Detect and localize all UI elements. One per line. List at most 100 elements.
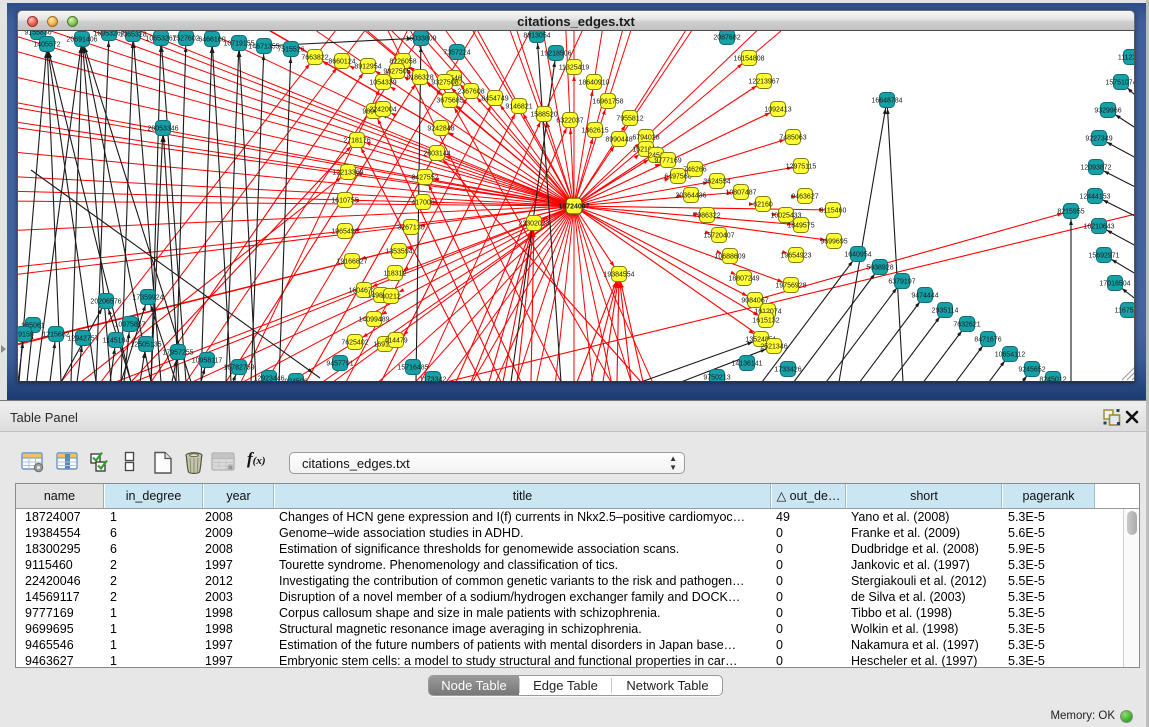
svg-text:2087682: 2087682 [713,34,740,41]
svg-text:28053346: 28053346 [147,125,178,132]
svg-text:12093872: 12093872 [1080,164,1111,171]
svg-text:6466160: 6466160 [198,36,225,43]
svg-text:10958117: 10958117 [192,357,223,364]
svg-text:12923446: 12923446 [253,375,284,382]
svg-text:10975867: 10975867 [114,321,145,328]
svg-text:20206576: 20206576 [90,298,121,305]
svg-text:11325419: 11325419 [559,64,590,71]
svg-text:8245012: 8245012 [1039,376,1066,382]
svg-text:9115460: 9115460 [820,207,847,214]
svg-text:3624554: 3624554 [703,178,730,185]
svg-text:746266: 746266 [683,166,706,173]
svg-text:10654112: 10654112 [995,351,1026,358]
svg-text:10807487: 10807487 [725,189,756,196]
svg-text:8813054: 8813054 [523,32,550,39]
svg-text:5938928: 5938928 [866,264,893,271]
svg-text:20691406: 20691406 [66,36,97,43]
svg-text:1362615: 1362615 [581,127,608,134]
svg-text:7986322: 7986322 [693,212,720,219]
svg-text:17016504: 17016504 [1099,280,1130,287]
svg-text:1405572: 1405572 [33,41,60,48]
svg-text:9245652: 9245652 [1018,366,1045,373]
svg-text:3675685: 3675685 [436,97,463,104]
svg-text:12213967: 12213967 [748,78,779,85]
svg-text:1965498: 1965498 [331,228,358,235]
svg-text:1173342: 1173342 [420,376,447,382]
svg-text:8660124: 8660124 [328,58,355,65]
svg-text:414479: 414479 [384,337,407,344]
svg-text:7515526: 7515526 [277,46,304,53]
svg-text:8990448: 8990448 [605,136,632,143]
svg-text:1615132: 1615132 [752,317,779,324]
svg-text:8454749: 8454749 [481,95,508,102]
svg-text:62160: 62160 [753,201,773,208]
svg-text:9242848: 9242848 [427,125,454,132]
svg-text:39159: 39159 [18,331,34,338]
svg-text:40212: 40212 [381,293,401,300]
svg-text:9750213: 9750213 [703,374,730,381]
svg-text:1065328: 1065328 [119,31,146,38]
svg-text:2521346: 2521346 [760,343,787,350]
svg-text:14671355: 14671355 [248,43,279,50]
svg-text:7955812: 7955812 [616,115,643,122]
svg-text:15716485: 15716485 [397,364,428,371]
svg-text:19654923: 19654923 [780,252,811,259]
svg-text:6794028: 6794028 [632,134,659,141]
svg-text:12213369: 12213369 [332,169,363,176]
svg-text:17359924: 17359924 [132,294,163,301]
svg-text:14136141: 14136141 [731,360,762,367]
svg-text:2935114: 2935114 [932,307,959,314]
svg-text:9777169: 9777169 [654,157,681,164]
svg-text:18724007: 18724007 [558,203,589,210]
svg-text:9327508: 9327508 [431,79,458,86]
svg-text:1640954: 1640954 [844,251,871,258]
svg-text:2367608: 2367608 [457,88,484,95]
svg-text:1112345: 1112345 [1118,54,1135,61]
svg-text:8427552: 8427552 [411,174,438,181]
svg-text:1215682: 1215682 [42,331,69,338]
svg-text:6322037: 6322037 [556,117,583,124]
svg-text:9474444: 9474444 [911,292,938,299]
svg-text:1145194: 1145194 [103,337,130,344]
svg-text:15720407: 15720407 [703,232,734,239]
svg-text:9146821: 9146821 [505,103,532,110]
svg-text:1167533: 1167533 [1115,307,1135,314]
svg-text:7485063: 7485063 [779,134,806,141]
svg-text:18640910: 18640910 [578,79,609,86]
svg-text:17957255: 17957255 [162,349,193,356]
svg-text:8215955: 8215955 [1057,208,1084,215]
svg-text:7625402: 7625402 [341,339,368,346]
svg-text:7357224: 7357224 [443,49,470,56]
svg-text:417006: 417006 [411,199,434,206]
svg-text:15751074: 15751074 [1105,79,1135,86]
svg-text:12942757: 12942757 [67,335,98,342]
svg-text:14099489: 14099489 [358,316,389,323]
svg-text:12975115: 12975115 [786,163,817,170]
svg-text:12505135: 12505135 [130,341,161,348]
svg-text:8912954: 8912954 [354,63,381,70]
svg-text:1353594: 1353594 [385,248,412,255]
svg-text:8471676: 8471676 [974,336,1001,343]
svg-text:9457791: 9457791 [326,360,353,367]
svg-text:3267130: 3267130 [397,224,424,231]
svg-text:7632621: 7632621 [953,321,980,328]
svg-text:12444153: 12444153 [1079,193,1110,200]
svg-text:1527602: 1527602 [172,35,199,42]
svg-text:1588520: 1588520 [530,111,557,118]
svg-text:16648784: 16648784 [871,97,902,104]
svg-text:15692971: 15692971 [1088,252,1119,259]
svg-text:924506: 924506 [284,378,307,382]
svg-text:9227349: 9227349 [1085,135,1112,142]
svg-text:10688609: 10688609 [714,253,745,260]
svg-text:2718176: 2718176 [343,137,370,144]
svg-text:2803144: 2803144 [423,150,450,157]
svg-text:8186328: 8186328 [406,74,433,81]
svg-text:9463627: 9463627 [791,193,818,200]
svg-text:16033809: 16033809 [405,35,436,42]
svg-text:16782759: 16782759 [223,364,254,371]
svg-text:19384554: 19384554 [603,271,634,278]
svg-text:7663822: 7663822 [301,54,328,61]
svg-text:16961758: 16961758 [592,98,623,105]
svg-text:9699695: 9699695 [820,238,847,245]
svg-text:18807249: 18807249 [728,275,759,282]
